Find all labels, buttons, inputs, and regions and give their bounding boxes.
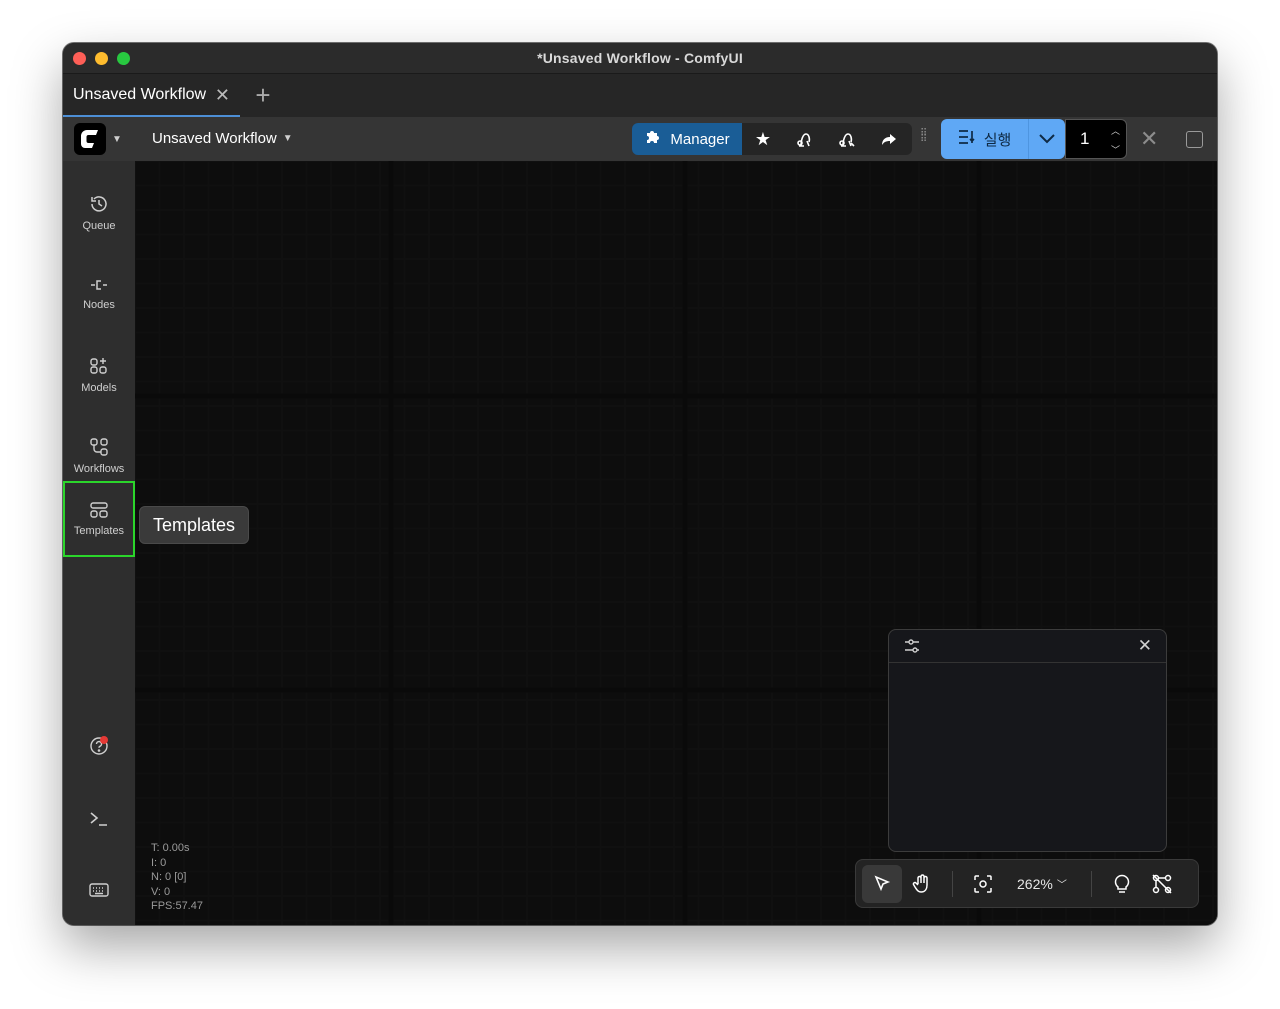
app-window: *Unsaved Workflow - ComfyUI Unsaved Work…: [63, 43, 1217, 925]
help-icon: [90, 736, 108, 755]
terminal-button[interactable]: [63, 804, 135, 834]
panel-toggle-icon[interactable]: [1186, 131, 1203, 148]
tab-unsaved-workflow[interactable]: Unsaved Workflow ✕: [63, 74, 240, 117]
hand-icon: [912, 873, 928, 893]
workflow-name: Unsaved Workflow: [152, 130, 277, 147]
drag-handle-icon[interactable]: ⠿ ⠿: [920, 129, 928, 145]
comfy-menu-button[interactable]: ▼: [74, 123, 122, 155]
sidebar-item-label: Models: [81, 382, 117, 394]
workflows-icon: [90, 438, 108, 456]
puzzle-icon: [644, 128, 662, 150]
history-icon: [91, 196, 107, 212]
minimap-panel[interactable]: ✕: [888, 629, 1167, 852]
sidebar-item-models[interactable]: Models: [63, 337, 135, 413]
plus-icon[interactable]: +: [240, 74, 286, 117]
stat-nodes: N: 0 [0]: [151, 871, 187, 883]
tips-button[interactable]: [1102, 865, 1142, 903]
sidebar: Queue Nodes Models Workflows Templates: [63, 161, 135, 925]
minimap-header: ✕: [889, 630, 1166, 663]
canvas-controls: 262% ﹀: [855, 859, 1199, 908]
run-button-group: 실행: [941, 119, 1065, 159]
sidebar-item-queue[interactable]: Queue: [63, 175, 135, 251]
close-icon[interactable]: ✕: [1140, 128, 1158, 150]
toggle-links-button[interactable]: [1142, 865, 1182, 903]
stat-time: T: 0.00s: [151, 842, 190, 854]
select-tool-button[interactable]: [862, 864, 902, 903]
run-button[interactable]: 실행: [941, 119, 1028, 159]
models-icon: [90, 358, 107, 374]
workflow-name-menu[interactable]: Unsaved Workflow ▼: [152, 130, 293, 147]
chevron-down-icon: ▼: [112, 133, 122, 145]
sidebar-item-label: Queue: [82, 220, 116, 232]
close-icon[interactable]: ✕: [215, 86, 230, 104]
manager-button[interactable]: Manager: [632, 123, 742, 155]
sidebar-item-templates[interactable]: Templates: [63, 481, 135, 557]
manager-label: Manager: [670, 130, 730, 148]
chevron-up-icon[interactable]: ︿: [1111, 124, 1120, 137]
title-bar: *Unsaved Workflow - ComfyUI: [63, 43, 1217, 74]
run-label: 실행: [983, 131, 1012, 149]
sidebar-item-label: Templates: [73, 525, 125, 537]
templates-icon: [90, 502, 108, 518]
window-close-button[interactable]: [73, 52, 86, 65]
window-title: *Unsaved Workflow - ComfyUI: [537, 50, 743, 66]
focus-icon: [974, 874, 992, 893]
batch-count-input[interactable]: 1 ︿ ﹀: [1065, 119, 1127, 159]
terminal-icon: [90, 812, 107, 826]
cursor-icon: [874, 875, 891, 891]
help-center-button[interactable]: [63, 731, 135, 761]
window-controls: [73, 52, 130, 65]
stat-v: V: 0: [151, 885, 171, 898]
window-minimize-button[interactable]: [95, 52, 108, 65]
zoom-dropdown[interactable]: 262% ﹀: [1003, 876, 1081, 892]
node-icon: [91, 280, 107, 290]
batch-count-value: 1: [1080, 129, 1090, 148]
keyboard-shortcuts-button[interactable]: [63, 875, 135, 905]
chevron-down-icon[interactable]: ﹀: [1111, 143, 1120, 156]
window-maximize-button[interactable]: [117, 52, 130, 65]
stat-fps: FPS:57.47: [151, 900, 203, 912]
action-bar: Manager ★: [632, 123, 912, 155]
chevron-down-icon: ﹀: [1056, 880, 1067, 891]
tab-label: Unsaved Workflow: [73, 85, 207, 103]
chevron-down-icon: ▼: [282, 133, 293, 144]
sidebar-item-label: Nodes: [83, 299, 115, 311]
templates-tooltip: Templates: [139, 506, 250, 544]
star-icon[interactable]: ★: [742, 123, 784, 155]
tab-bar: Unsaved Workflow ✕ +: [63, 74, 1217, 117]
divider: [952, 870, 953, 897]
unload-models-icon[interactable]: [784, 123, 826, 155]
fit-view-button[interactable]: [963, 865, 1003, 903]
comfy-logo-icon: [74, 123, 106, 155]
performance-stats: T: 0.00s I: 0 N: 0 [0] V: 0 FPS:57.47: [151, 841, 203, 914]
lightbulb-icon: [1114, 874, 1130, 893]
run-mode-dropdown[interactable]: [1028, 119, 1065, 159]
top-toolbar: ▼ Unsaved Workflow ▼ Manager ★ ⠿ ⠿ 실행 1 …: [63, 117, 1217, 161]
sidebar-item-nodes[interactable]: Nodes: [63, 256, 135, 332]
queue-list-icon: [958, 129, 976, 149]
hand-tool-button[interactable]: [902, 865, 942, 903]
divider: [1090, 870, 1092, 897]
close-icon[interactable]: ✕: [1138, 636, 1152, 656]
share-icon[interactable]: [868, 123, 910, 155]
keyboard-icon: [89, 883, 109, 897]
sliders-icon[interactable]: [903, 638, 921, 654]
sidebar-item-label: Workflows: [73, 463, 125, 475]
link-off-icon: [1152, 873, 1172, 894]
free-memory-icon[interactable]: [826, 123, 868, 155]
batch-stepper[interactable]: ︿ ﹀: [1111, 124, 1120, 156]
stat-i: I: 0: [151, 856, 167, 869]
zoom-level: 262%: [1017, 875, 1053, 892]
